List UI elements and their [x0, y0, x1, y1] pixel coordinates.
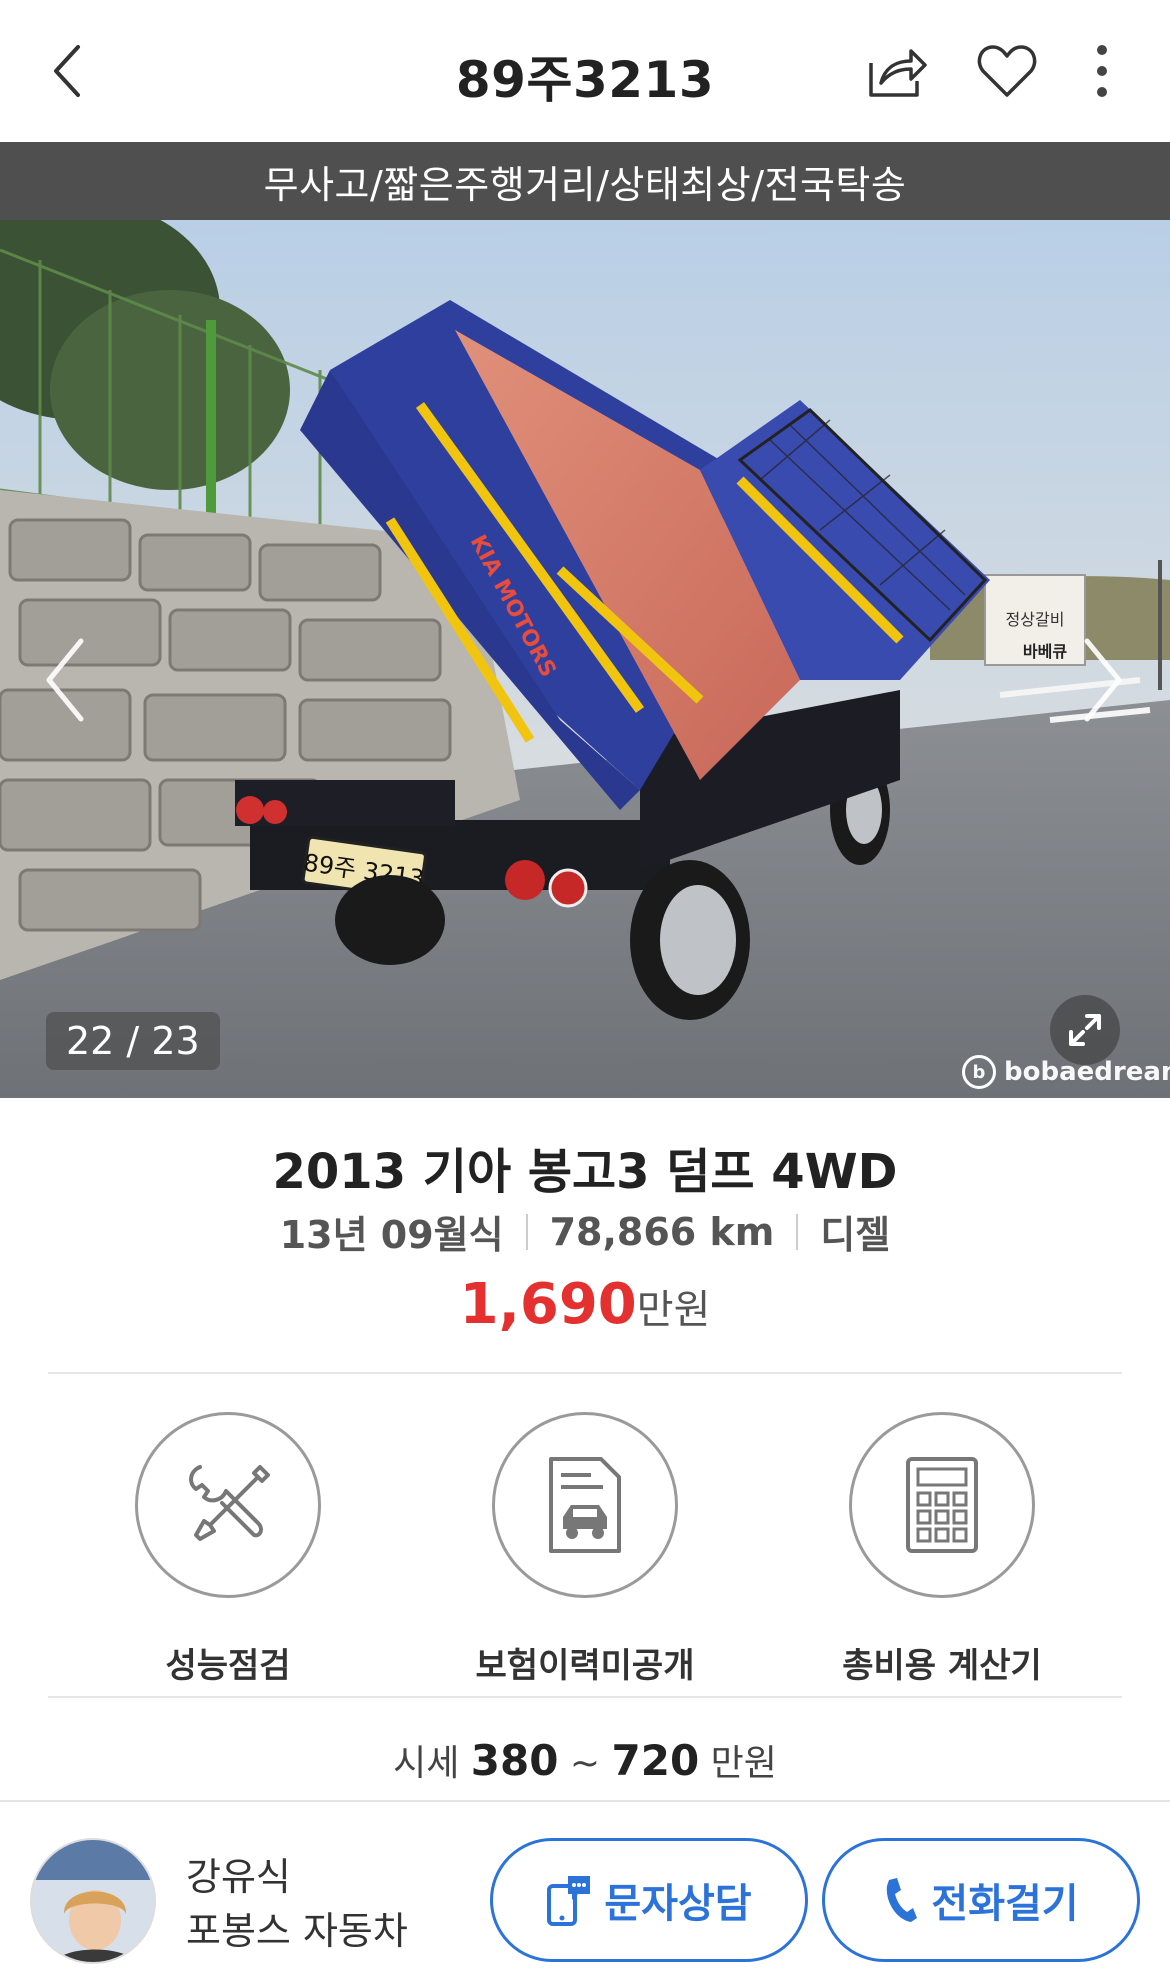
car-title: 2013 기아 봉고3 덤프 4WD — [272, 1144, 898, 1200]
dealer-shop: 포봉스 자동차 — [186, 1909, 408, 1953]
car-year: 13년 09월식 — [279, 1213, 504, 1257]
app-header: 89주3213 — [0, 0, 1170, 142]
sign-text-2: 바베큐 — [1023, 642, 1067, 661]
car-specs: 13년 09월식 78,866 km 디젤 — [0, 1204, 1170, 1259]
market-unit: 만원 — [710, 1743, 777, 1784]
insurance-history-button[interactable]: 보험이력미공개 — [455, 1412, 715, 1687]
next-photo-button[interactable] — [1068, 620, 1138, 740]
market-high: 720 — [611, 1736, 700, 1785]
favorite-button[interactable] — [972, 36, 1042, 106]
market-low: 380 — [470, 1736, 559, 1785]
expand-icon — [1069, 1014, 1101, 1046]
call-button-label: 전화걸기 — [931, 1881, 1079, 1927]
bobaedream-logo-icon: b — [962, 1055, 996, 1089]
call-button[interactable]: 전화걸기 — [822, 1838, 1140, 1962]
sms-inquiry-button[interactable]: 문자상담 — [490, 1838, 808, 1962]
car-document-icon — [549, 1457, 621, 1553]
market-prefix: 시세 — [393, 1743, 460, 1784]
vehicle-photo[interactable]: 정상갈비 바베큐 89주 3213 KIA MOTORS — [0, 220, 1170, 1098]
watermark: b bobaedream — [962, 1055, 1170, 1089]
watermark-text: bobaedream — [1004, 1057, 1170, 1087]
sms-phone-icon — [547, 1876, 591, 1926]
market-price: 시세 380 ~ 720 만원 — [0, 1734, 1170, 1786]
feature-circle — [492, 1412, 678, 1598]
vehicle-photo-scene: 정상갈비 바베큐 89주 3213 KIA MOTORS — [0, 220, 1170, 1098]
car-mileage: 78,866 km — [549, 1209, 775, 1254]
tools-icon — [189, 1465, 270, 1541]
divider — [48, 1372, 1122, 1374]
dealer-avatar[interactable] — [30, 1838, 156, 1964]
spec-divider — [525, 1213, 528, 1250]
more-vertical-icon — [1097, 45, 1107, 97]
chevron-right-icon — [1084, 638, 1122, 722]
performance-check-button[interactable]: 성능점검 — [98, 1412, 358, 1687]
spec-divider — [796, 1213, 799, 1250]
photo-counter: 22 / 23 — [46, 1012, 220, 1070]
chevron-left-icon — [46, 638, 84, 722]
divider — [48, 1696, 1122, 1698]
car-price: 1,690만원 — [0, 1272, 1170, 1337]
feature-circle — [849, 1412, 1035, 1598]
feature-circle — [135, 1412, 321, 1598]
feature-label: 총비용 계산기 — [842, 1646, 1042, 1686]
dealer-avatar-image — [32, 1840, 154, 1962]
share-button[interactable] — [862, 36, 932, 106]
car-fuel: 디젤 — [820, 1213, 891, 1257]
market-tilde: ~ — [569, 1743, 601, 1784]
share-icon — [869, 49, 927, 97]
price-value: 1,690 — [459, 1272, 637, 1337]
previous-photo-button[interactable] — [30, 620, 100, 740]
price-unit: 만원 — [636, 1287, 711, 1333]
heart-icon — [977, 45, 1037, 97]
sms-button-label: 문자상담 — [604, 1881, 752, 1927]
total-cost-calculator-button[interactable]: 총비용 계산기 — [812, 1412, 1072, 1687]
more-button[interactable] — [1082, 36, 1122, 106]
feature-label: 보험이력미공개 — [475, 1646, 695, 1686]
feature-label: 성능점검 — [165, 1646, 291, 1686]
calculator-icon — [906, 1457, 978, 1553]
promo-banner: 무사고/짧은주행거리/상태최상/전국탁송 — [0, 142, 1170, 220]
sign-text: 정상갈비 — [1006, 610, 1065, 629]
dealer-name: 강유식 — [186, 1855, 291, 1899]
phone-icon — [887, 1878, 918, 1922]
contact-bar: 강유식 포봉스 자동차 문자상담 전화걸기 — [0, 1800, 1170, 1981]
